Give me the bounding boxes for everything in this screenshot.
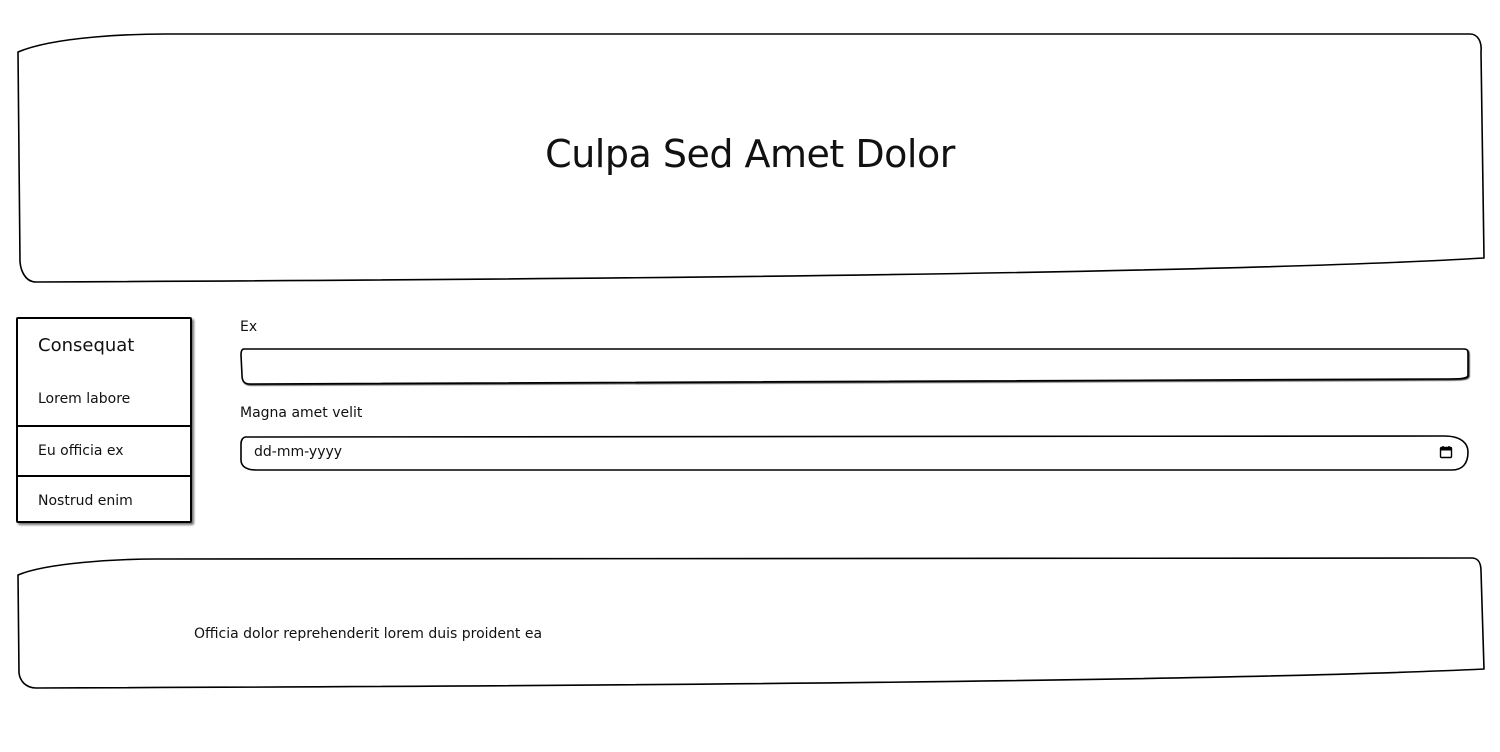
sidebar-item-label: Nostrud enim — [38, 493, 133, 509]
date-value: dd-mm-yyyy — [254, 444, 343, 460]
calendar-icon[interactable] — [1439, 445, 1453, 459]
footer-sketch-border — [17, 557, 1485, 689]
sidebar-item-label: Lorem labore — [38, 391, 131, 407]
sidebar-item-lorem-labore[interactable]: Lorem labore — [18, 375, 190, 424]
page-title: Culpa Sed Amet Dolor — [545, 132, 955, 176]
sidebar-title: Consequat — [38, 335, 135, 356]
ex-input[interactable] — [244, 351, 1458, 381]
sidebar-item-label: Eu officia ex — [38, 443, 124, 459]
sidebar-nav: Consequat Lorem labore Eu officia ex Nos… — [16, 317, 192, 523]
date-input[interactable]: dd-mm-yyyy — [240, 434, 1469, 472]
footer-text: Officia dolor reprehenderit lorem duis p… — [194, 626, 543, 642]
ex-field-wrapper — [240, 347, 1469, 386]
sidebar-item-nostrud-enim[interactable]: Nostrud enim — [18, 475, 190, 524]
magna-amet-velit-label: Magna amet velit — [240, 405, 363, 421]
footer: Officia dolor reprehenderit lorem duis p… — [16, 557, 1485, 689]
sidebar-item-eu-officia-ex[interactable]: Eu officia ex — [18, 425, 190, 474]
ex-field-label: Ex — [240, 319, 258, 335]
header-banner: Culpa Sed Amet Dolor — [16, 32, 1485, 284]
date-field-border — [240, 435, 1469, 471]
